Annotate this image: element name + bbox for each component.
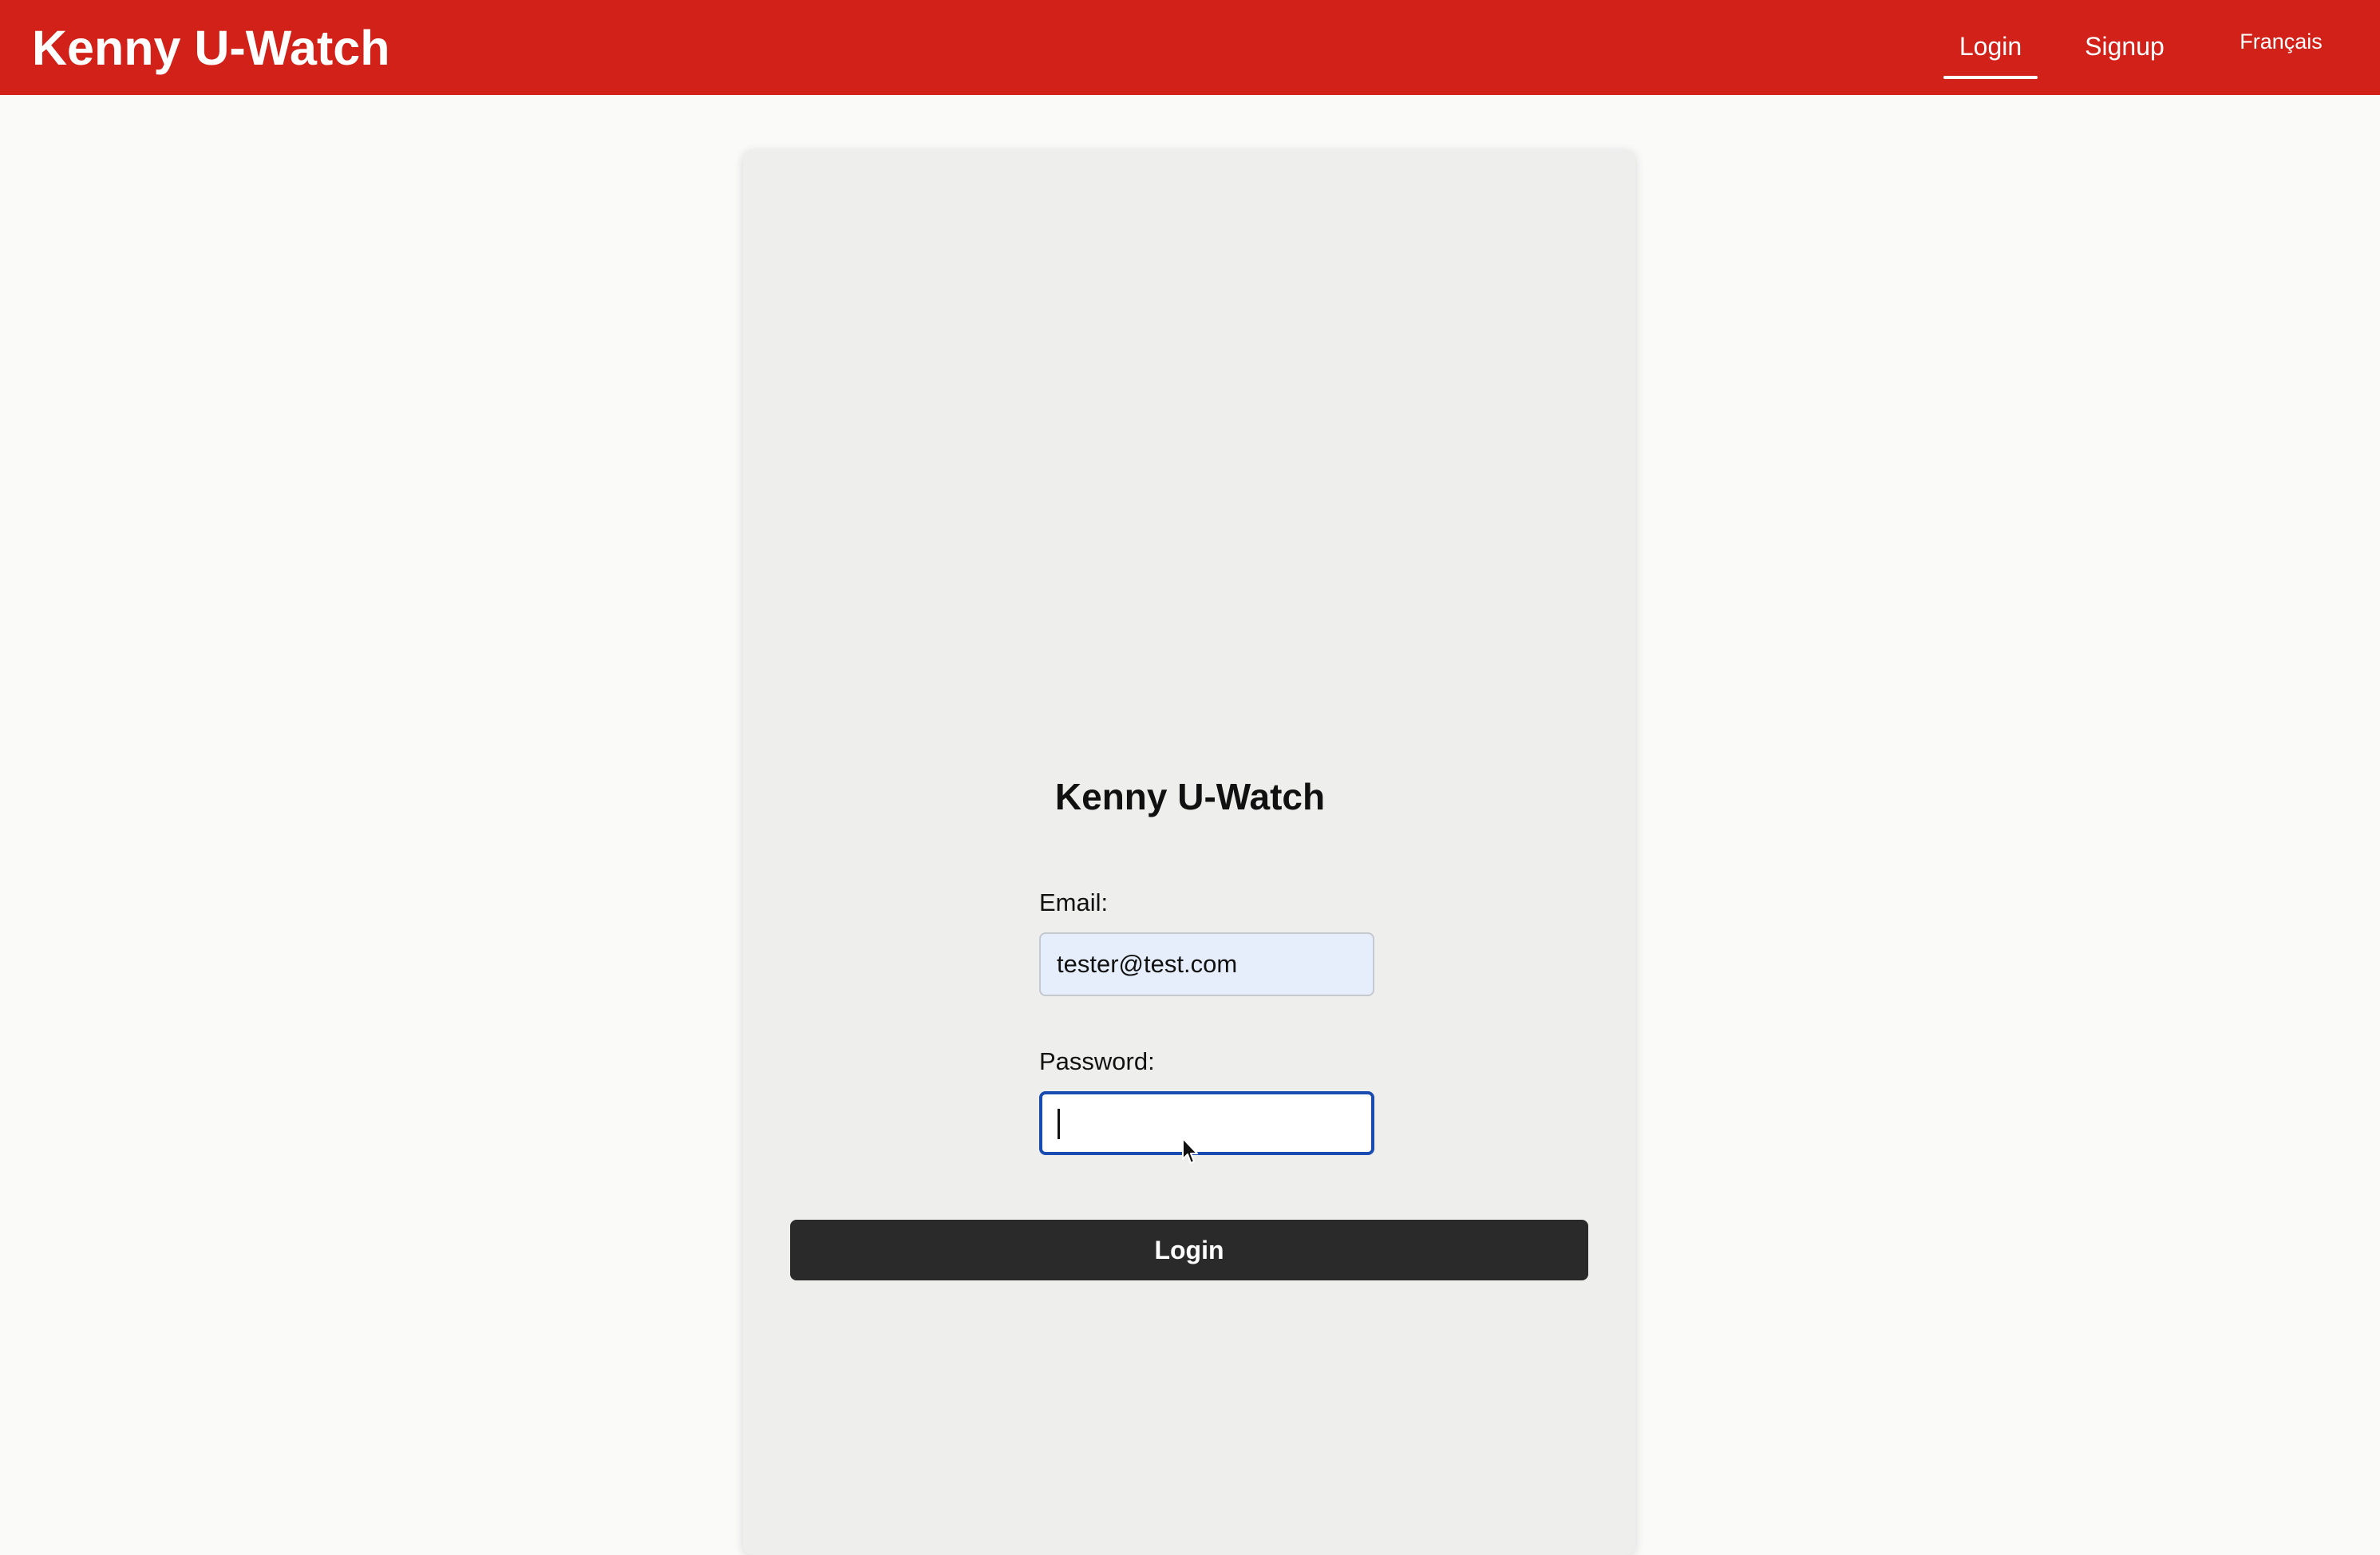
top-navbar: Kenny U-Watch Login Signup Français — [0, 0, 2380, 95]
text-caret — [1058, 1109, 1060, 1139]
email-label: Email: — [1039, 888, 1109, 916]
password-label: Password: — [1039, 1047, 1155, 1075]
nav-signup-link[interactable]: Signup — [2075, 30, 2174, 62]
brand-title[interactable]: Kenny U-Watch — [32, 19, 389, 77]
nav-login-link[interactable]: Login — [1943, 30, 2038, 62]
active-tab-indicator — [1943, 76, 2038, 79]
login-card — [743, 150, 1635, 1555]
login-button[interactable]: Login — [790, 1220, 1588, 1280]
language-toggle[interactable]: Français — [2232, 26, 2331, 57]
email-field[interactable] — [1039, 932, 1374, 996]
mouse-pointer-icon — [1182, 1138, 1198, 1164]
login-card-title: Kenny U-Watch — [1054, 776, 1326, 817]
password-field[interactable] — [1039, 1091, 1374, 1155]
